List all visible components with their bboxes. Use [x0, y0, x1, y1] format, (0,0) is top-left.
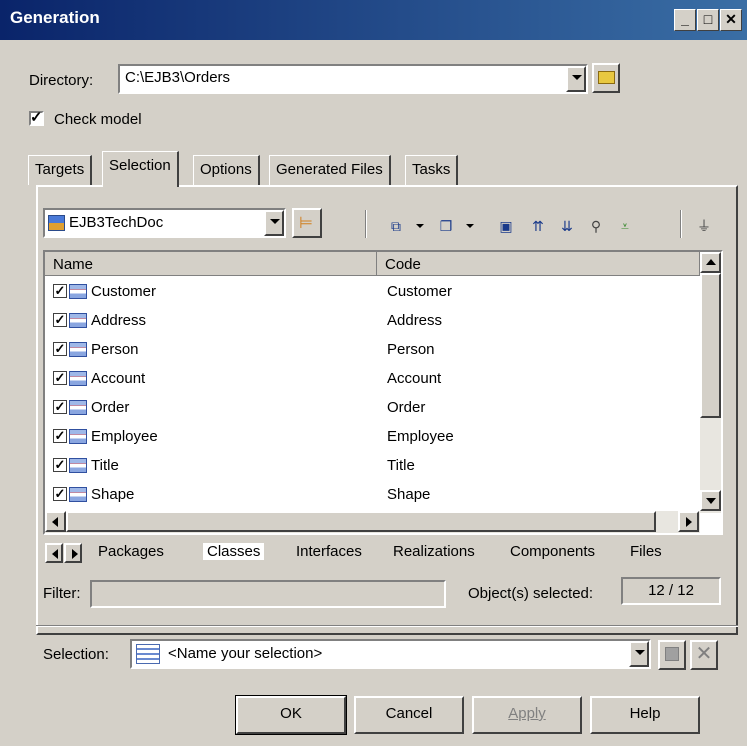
horizontal-scroll-thumb[interactable] — [66, 511, 656, 532]
tab-selection[interactable]: Selection — [102, 151, 179, 187]
apply-filter-icon[interactable]: ⩡ — [614, 215, 636, 237]
column-header-name[interactable]: Name — [45, 252, 377, 276]
model-icon — [48, 215, 65, 231]
table-row[interactable]: ✓ Customer Customer — [45, 278, 700, 307]
list-icon — [136, 644, 160, 664]
tab-tasks[interactable]: Tasks — [405, 155, 459, 185]
ok-button[interactable]: OK — [235, 695, 347, 735]
minimize-button[interactable]: _ — [674, 9, 696, 31]
directory-value: C:\EJB3\Orders — [125, 69, 231, 86]
window-title: Generation — [10, 8, 100, 27]
selection-label: Selection: — [43, 646, 109, 663]
table-row[interactable]: ✓ Employee Employee — [45, 423, 700, 452]
move-to-top-icon[interactable]: ⇈ — [527, 215, 549, 237]
table-row[interactable]: ✓ Order Order — [45, 394, 700, 423]
tab-targets[interactable]: Targets — [28, 155, 93, 185]
deselect-all-dropdown-icon[interactable] — [466, 224, 474, 228]
directory-combo[interactable]: C:\EJB3\Orders — [118, 64, 588, 94]
move-to-bottom-icon[interactable]: ⇊ — [556, 215, 578, 237]
row-checkbox[interactable]: ✓ — [53, 429, 67, 443]
check-model-checkbox[interactable]: ✓ — [29, 109, 44, 126]
toolbar-separator — [365, 210, 367, 238]
row-checkbox[interactable]: ✓ — [53, 400, 67, 414]
use-graphical-selection-icon[interactable]: ▣ — [495, 215, 517, 237]
row-checkbox[interactable]: ✓ — [53, 284, 67, 298]
deselect-all-icon[interactable]: ❐ — [435, 215, 457, 237]
class-icon — [69, 429, 87, 444]
tab-interfaces[interactable]: Interfaces — [296, 543, 362, 560]
tab-classes[interactable]: Classes — [203, 543, 265, 560]
selection-dropdown-arrow[interactable] — [629, 641, 649, 667]
selection-name-combo[interactable]: <Name your selection> — [130, 639, 651, 669]
vertical-scroll-thumb[interactable] — [700, 273, 721, 418]
class-icon — [69, 342, 87, 357]
objects-selected-label: Object(s) selected: — [468, 585, 594, 602]
row-checkbox[interactable]: ✓ — [53, 342, 67, 356]
vertical-scrollbar[interactable] — [700, 252, 721, 513]
scroll-up-button[interactable] — [700, 252, 721, 273]
save-selection-button[interactable] — [658, 640, 686, 670]
class-icon — [69, 284, 87, 299]
class-icon — [69, 458, 87, 473]
row-checkbox[interactable]: ✓ — [53, 313, 67, 327]
tab-generated-files[interactable]: Generated Files — [269, 155, 391, 185]
tabs-scroll-left-button[interactable] — [45, 543, 63, 563]
row-checkbox[interactable]: ✓ — [53, 487, 67, 501]
scroll-right-button[interactable] — [678, 511, 699, 532]
tabs-scroll-right-button[interactable] — [64, 543, 82, 563]
class-icon — [69, 487, 87, 502]
filter-selection-icon[interactable]: ⏚ — [693, 215, 715, 237]
close-button[interactable]: ✕ — [720, 9, 742, 31]
check-model-label: Check model — [54, 111, 142, 128]
model-dropdown-arrow[interactable] — [264, 210, 284, 236]
tab-packages[interactable]: Packages — [98, 543, 164, 560]
table-row[interactable]: ✓ Account Account — [45, 365, 700, 394]
toolbar-separator-2 — [680, 210, 682, 238]
filter-label: Filter: — [43, 585, 81, 602]
save-icon — [665, 647, 679, 661]
tab-components[interactable]: Components — [510, 543, 595, 560]
horizontal-scrollbar[interactable] — [45, 511, 700, 533]
model-value: EJB3TechDoc — [69, 214, 164, 231]
apply-button[interactable]: Apply — [472, 696, 582, 734]
folder-icon — [598, 71, 615, 84]
row-checkbox[interactable]: ✓ — [53, 371, 67, 385]
browse-folder-button[interactable] — [592, 63, 620, 93]
delete-icon: ✕ — [695, 643, 713, 665]
objects-grid: Name Code ✓ Customer Customer ✓ Address … — [43, 250, 723, 535]
tab-files[interactable]: Files — [630, 543, 662, 560]
directory-dropdown-arrow[interactable] — [566, 66, 586, 92]
object-type-tabs: Packages Classes Interfaces Realizations… — [43, 540, 723, 568]
filter-icon[interactable]: ⚲ — [585, 215, 607, 237]
separator — [36, 625, 738, 627]
objects-selected-count: 12 / 12 — [621, 577, 721, 605]
select-all-dropdown-icon[interactable] — [416, 224, 424, 228]
maximize-button[interactable]: □ — [697, 9, 719, 31]
table-row[interactable]: ✓ Address Address — [45, 307, 700, 336]
generation-dialog: Generation _ □ ✕ Directory: C:\EJB3\Orde… — [0, 0, 747, 746]
filter-field — [90, 580, 446, 608]
class-icon — [69, 371, 87, 386]
scroll-down-button[interactable] — [700, 490, 721, 511]
row-checkbox[interactable]: ✓ — [53, 458, 67, 472]
select-all-icon[interactable]: ⧉ — [385, 215, 407, 237]
class-icon — [69, 400, 87, 415]
cancel-button[interactable]: Cancel — [354, 696, 464, 734]
directory-label: Directory: — [29, 72, 94, 89]
table-row[interactable]: ✓ Person Person — [45, 336, 700, 365]
table-row[interactable]: ✓ Shape Shape — [45, 481, 700, 510]
title-bar: Generation _ □ ✕ — [0, 0, 747, 40]
model-tree-button[interactable]: ⊨ — [292, 208, 322, 238]
help-button[interactable]: Help — [590, 696, 700, 734]
tab-options[interactable]: Options — [193, 155, 260, 185]
tab-realizations[interactable]: Realizations — [393, 543, 475, 560]
selection-placeholder: <Name your selection> — [168, 645, 323, 662]
table-row[interactable]: ✓ Title Title — [45, 452, 700, 481]
class-icon — [69, 313, 87, 328]
delete-selection-button[interactable]: ✕ — [690, 640, 718, 670]
scroll-left-button[interactable] — [45, 511, 66, 532]
tree-icon: ⊨ — [299, 215, 313, 232]
model-combo[interactable]: EJB3TechDoc — [43, 208, 286, 238]
column-header-code[interactable]: Code — [377, 252, 700, 276]
